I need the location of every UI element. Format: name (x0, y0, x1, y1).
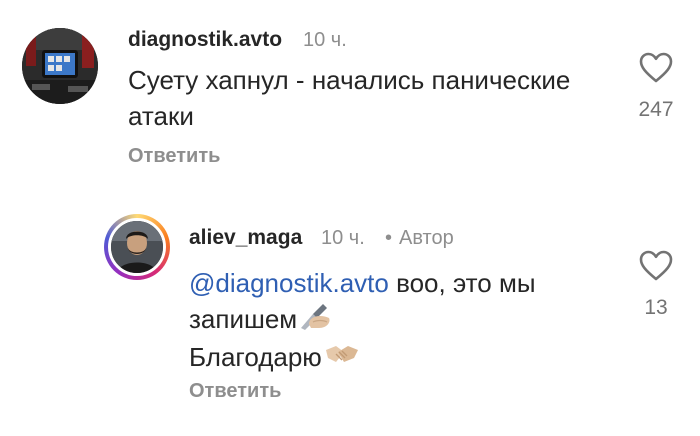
comment-text-line: @diagnostik.avto воо, это мы (189, 265, 536, 301)
comment-text-line: Суету хапнул - начались панические (128, 65, 571, 95)
avatar[interactable] (108, 218, 166, 276)
avatar-car-diagnostic-tablet-icon (22, 28, 98, 104)
heart-icon[interactable] (639, 52, 673, 84)
comment-text: @diagnostik.avto воо, это мы запишем Бла… (189, 265, 536, 377)
comment-text-fragment: запишем (189, 304, 298, 334)
comment-username[interactable]: aliev_maga (189, 226, 302, 250)
comment-text-line: Благодарю (189, 339, 536, 377)
comment-text-fragment: Благодарю (189, 342, 322, 372)
avatar[interactable] (22, 28, 98, 104)
comment-text-fragment: воо, это мы (388, 268, 536, 298)
like-count: 13 (644, 296, 668, 319)
separator-dot: • (385, 227, 393, 249)
avatar-man-photo-icon (111, 221, 163, 273)
reply-button[interactable]: Ответить (189, 380, 281, 403)
comment-text-line: атаки (128, 101, 194, 131)
comment-timestamp: 10 ч. (321, 227, 365, 249)
heart-icon[interactable] (639, 250, 673, 282)
comment-username[interactable]: diagnostik.avto (128, 28, 282, 52)
writing-hand-emoji-icon (299, 302, 331, 339)
comment-text-line: запишем (189, 301, 536, 339)
mention-link[interactable]: @diagnostik.avto (189, 268, 389, 298)
comment-timestamp: 10 ч. (303, 29, 347, 51)
comment-text: Суету хапнул - начались панические атаки (128, 62, 570, 134)
author-badge: Автор (399, 227, 454, 249)
reply-button[interactable]: Ответить (128, 145, 220, 168)
handshake-emoji-icon (324, 341, 360, 377)
like-count: 247 (638, 98, 674, 121)
